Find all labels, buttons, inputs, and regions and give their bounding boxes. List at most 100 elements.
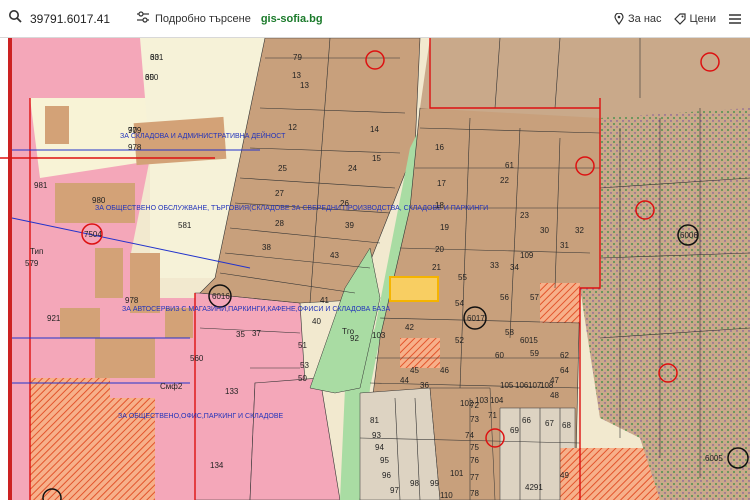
block-id-label: 7504 [84,230,102,239]
parcel-number: 67 [545,419,554,428]
parcel-number: 32 [575,226,584,235]
parcel-number: 26 [340,199,349,208]
selected-parcel-41[interactable] [389,276,439,302]
parcel-number: 55 [458,273,467,282]
residential-dense-zone [580,98,750,500]
top-toolbar: Подробно търсене gis-sofia.bg За нас Цен… [0,0,750,38]
parcel-number: 78 [470,489,479,498]
parcel-number: 978 [128,143,142,152]
pink-strip [110,378,155,398]
parcel-number: 560 [190,354,204,363]
search-input[interactable] [28,10,114,27]
parcel-number: 76 [470,456,479,465]
block-id-label: 6017 [467,314,485,323]
parcel-number: 59 [530,349,539,358]
parcel-number: 42 [405,323,414,332]
parcel-number: 62 [560,351,569,360]
left-red-boundary [8,38,12,500]
site-logo[interactable]: gis-sofia.bg [261,13,323,25]
parcel-number: 24 [348,164,357,173]
building [95,338,155,378]
price-tag-icon [673,13,686,25]
parcel-number: 4291 [525,483,543,492]
block-id-label: 6015 [520,336,538,345]
parcel-number: 48 [550,391,559,400]
parcel-number: 981 [34,181,48,190]
parcel-number: 921 [47,314,61,323]
parcel-number: 33 [490,261,499,270]
parcel-number: 60 [495,351,504,360]
parcel-number: 68 [562,421,571,430]
search-icon[interactable] [8,9,22,28]
parcel-number: 47 [550,376,559,385]
pink-parcel-block [249,377,341,500]
zone-text-3: ЗА АВТОСЕРВИЗ С МАГАЗИНИ,ПАРКИНГИ,КАФЕНЕ… [122,306,390,313]
parcel-number: 51 [298,341,307,350]
parcel-number: 103 [372,331,386,340]
parcel-number: 36 [420,381,429,390]
parcel-number: 12 [288,123,297,132]
parcel-number: 69 [510,426,519,435]
parcel-number: 40 [312,317,321,326]
parcel-number: 50 [298,374,307,383]
parcel-number: 66 [522,416,531,425]
parcel-number: 14 [370,125,379,134]
residential-zone-north [420,38,750,118]
parcel-number: 44 [400,376,409,385]
parcel-number: 13 [292,71,301,80]
advanced-search-button[interactable]: Подробно търсене [136,11,251,26]
parcel-number: 54 [455,299,464,308]
zone-code: Смф2 [160,382,183,391]
advanced-search-label: Подробно търсене [155,12,251,25]
parcel-number: 134 [210,461,224,470]
parcel-number: 20 [435,245,444,254]
left-edge-strip [0,38,8,500]
hamburger-menu-icon [729,14,741,24]
hatched-parcel [540,283,580,323]
hatched-parcel [400,338,440,368]
parcel-number: 61 [505,161,514,170]
parcel-number: 79 [293,53,302,62]
parcel-number: 25 [278,164,287,173]
parcel-number: 579 [25,259,39,268]
parcel-number: 133 [225,387,239,396]
parcel-number: 81 [370,416,379,425]
parcel-number: 34 [510,263,519,272]
parcel-number: 28 [275,219,284,228]
zone-code: Тип [30,247,43,256]
parcel-number: 46 [440,366,449,375]
parcel-number: 17 [437,179,446,188]
grey-parcel-block [359,387,441,500]
about-link[interactable]: За нас [614,13,662,25]
parcel-number: 39 [345,221,354,230]
zone-text-4: ЗА ОБЩЕСТВЕНО,ОФИС,ПАРКИНГ И СКЛАДОВЕ [118,413,284,420]
prices-label: Цени [689,13,716,25]
parcel-number: 104 [490,396,504,405]
parcel-number: 92 [350,334,359,343]
parcel-number: 101 [450,469,464,478]
parcel-number: 97 [390,486,399,495]
zone-text-2: ЗА ОБЩЕСТВЕНО ОБСЛУЖВАНЕ, ТЪРГОВИЯ(СКЛАД… [95,205,488,212]
parcel-number: 18 [435,201,444,210]
parcel-number: 103 [475,396,489,405]
prices-link[interactable]: Цени [673,13,716,25]
parcel-number: 16 [435,143,444,152]
parcel-number: 74 [465,431,474,440]
parcel-number: 49 [560,471,569,480]
parcel-number: 53 [300,361,309,370]
parcel-number: 105 [500,381,514,390]
parcel-number: 35 [236,330,245,339]
parcel-number: 110 [440,491,453,500]
parcel-number: 109 [520,251,534,260]
parcel-number: 37 [252,329,261,338]
map-canvas[interactable]: ЗА СКЛАДОВА И АДМИНИСТРАТИВНА ДЕЙНОСТ ЗА… [0,38,750,500]
parcel-number: 75 [470,443,479,452]
cadastral-map[interactable]: ЗА СКЛАДОВА И АДМИНИСТРАТИВНА ДЕЙНОСТ ЗА… [0,38,750,500]
menu-button[interactable] [728,13,742,25]
parcel-number: 106 [515,381,529,390]
parcel-number: 95 [380,456,389,465]
parcel-number: 58 [505,328,514,337]
parcel-number: 98 [410,479,419,488]
block-id-label: 6006 [680,231,698,240]
parcel-number: 93 [372,431,381,440]
